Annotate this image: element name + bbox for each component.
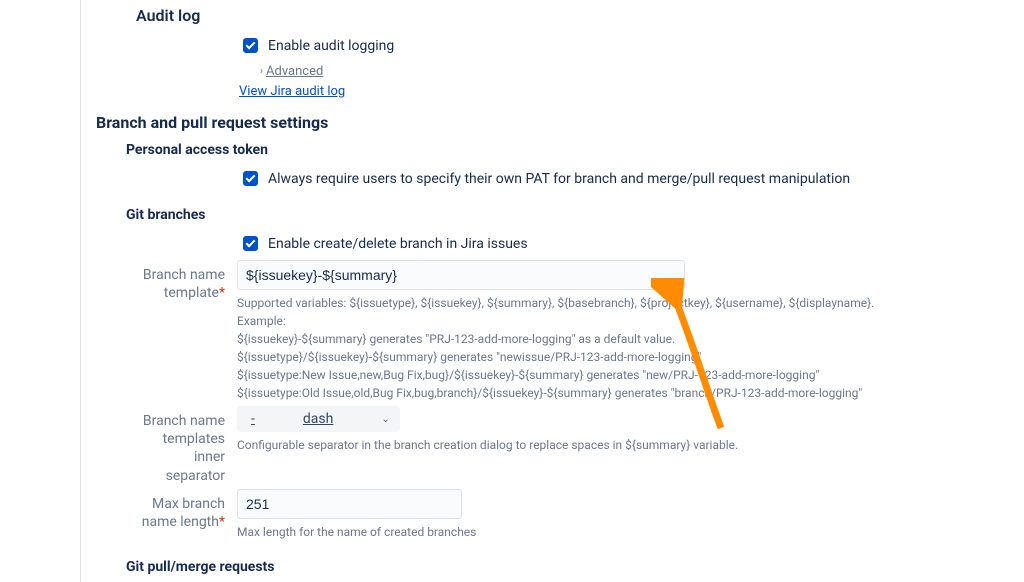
git-branches-heading: Git branches (126, 207, 1024, 223)
maxlen-label-text: Max branch name length (142, 496, 225, 530)
enable-cd-row: Enable create/delete branch in Jira issu… (239, 233, 1024, 254)
help-line-4: ${issuetype}/${issuekey}-${summary} gene… (237, 348, 1024, 366)
enable-create-delete-checkbox[interactable] (243, 236, 258, 251)
enable-audit-label: Enable audit logging (268, 38, 394, 54)
pat-require-checkbox[interactable] (243, 171, 258, 186)
pat-require-row: Always require users to specify their ow… (239, 168, 1024, 189)
pat-heading: Personal access token (126, 142, 1024, 158)
chevron-down-icon: ⌄ (381, 414, 389, 425)
help-line-6: ${issuetype:Old Issue,old,Bug Fix,bug,br… (237, 384, 1024, 402)
branch-name-template-input[interactable] (237, 260, 685, 290)
branch-template-label-text: Branch name template (143, 267, 225, 301)
advanced-label: Advanced (266, 64, 323, 79)
advanced-toggle[interactable]: › Advanced (260, 64, 323, 79)
help-line-2: Example: (237, 312, 1024, 330)
separator-label: Branch name templates inner separator (136, 406, 237, 485)
enable-audit-row: Enable audit logging (239, 35, 1024, 56)
audit-log-heading: Audit log (136, 6, 1024, 25)
separator-select[interactable]: - dash ⌄ (237, 406, 400, 432)
max-branch-length-input[interactable] (237, 489, 462, 519)
maxlen-label: Max branch name length* (136, 489, 237, 531)
enable-audit-checkbox[interactable] (243, 38, 258, 53)
enable-create-delete-label: Enable create/delete branch in Jira issu… (268, 236, 528, 252)
separator-char: - (251, 411, 255, 427)
pat-require-label: Always require users to specify their ow… (268, 171, 850, 187)
help-line-1: Supported variables: ${issuetype}, ${iss… (237, 294, 1024, 312)
help-line-5: ${issuetype:New Issue,new,Bug Fix,bug}/$… (237, 366, 1024, 384)
separator-word: dash (303, 411, 333, 427)
view-jira-audit-log-link[interactable]: View Jira audit log (239, 84, 345, 99)
pull-heading: Git pull/merge requests (126, 559, 1024, 575)
maxlen-help: Max length for the name of created branc… (237, 523, 1024, 541)
help-line-3: ${issuekey}-${summary} generates "PRJ-12… (237, 330, 1024, 348)
separator-help: Configurable separator in the branch cre… (237, 436, 1024, 454)
branch-pr-heading: Branch and pull request settings (96, 113, 1024, 132)
branch-template-label: Branch name template* (136, 260, 237, 302)
branch-template-help: Supported variables: ${issuetype}, ${iss… (237, 294, 1024, 402)
chevron-right-icon: › (260, 66, 263, 77)
